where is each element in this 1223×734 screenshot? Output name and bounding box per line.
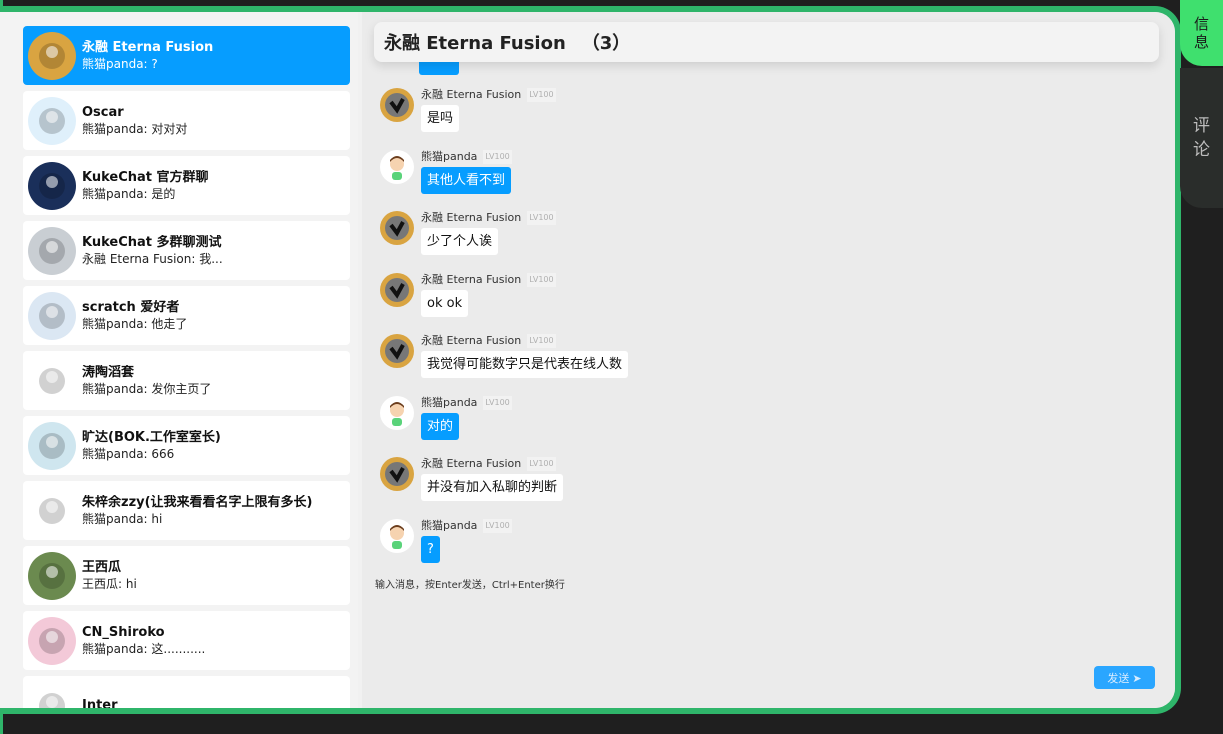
message-sender: 永融 Eterna Fusion [421, 457, 522, 470]
level-badge: LV100 [527, 88, 556, 102]
inter-logo-icon [28, 681, 76, 708]
boy-avatar-icon [28, 96, 76, 145]
message-bubble[interactable]: ? [421, 535, 440, 563]
fusion-logo-icon[interactable] [380, 211, 414, 245]
boy-avatar-icon[interactable] [380, 518, 414, 553]
level-badge: LV100 [527, 334, 556, 348]
chat-window: 永融 Eterna Fusion 熊猫panda: ? Oscar 熊猫panda: … [0, 6, 1181, 714]
chat-message: 熊猫panda LV100 其他人看不到 [380, 149, 512, 194]
message-bubble[interactable]: 少了个人诶 [421, 228, 499, 255]
tab-info-char-1: 信 [1193, 15, 1209, 33]
tab-info[interactable]: 信 息 [1180, 0, 1223, 66]
message-sender: 永融 Eterna Fusion [421, 272, 522, 286]
conversation-name: Oscar [82, 104, 124, 120]
chat-message: 永融 Eterna Fusion LV100 我觉得可能数字只是代表在线人数 [380, 334, 629, 378]
message-sender: 熊猫panda [421, 518, 478, 532]
fusion-logo-icon[interactable] [380, 272, 414, 307]
dog-avatar-icon [28, 551, 76, 600]
sky-avatar-icon [28, 421, 76, 470]
level-badge: LV100 [483, 395, 512, 410]
conversation-item[interactable]: 旷达(BOK.工作室室长) 熊猫panda: 666 [23, 416, 350, 475]
conversation-last-message: 熊猫panda: 666 [82, 446, 175, 461]
fusion-logo-icon [28, 31, 76, 80]
conversation-name: scratch 爱好者 [82, 299, 180, 315]
conversation-last-message: 熊猫panda: ? [82, 56, 158, 71]
fusion-logo-icon[interactable] [380, 457, 414, 491]
chat-message: 熊猫panda LV100? [380, 518, 512, 563]
message-sender: 永融 Eterna Fusion [421, 88, 522, 101]
send-button[interactable]: 发送 ➤ [1094, 666, 1155, 689]
windows-logo-icon [28, 291, 76, 340]
sketch-avatar-icon [28, 356, 76, 405]
conversation-name: 朱梓余zzy(让我来看看名字上限有多长) [82, 494, 313, 510]
level-badge: LV100 [527, 457, 556, 471]
conversation-item[interactable]: KukeChat 多群聊测试 永融 Eterna Fusion: 我... [23, 221, 350, 280]
conversation-item[interactable]: scratch 爱好者 熊猫panda: 他走了 [23, 286, 350, 345]
robot-avatar-icon [28, 226, 76, 275]
conversation-last-message: 熊猫panda: 这........... [82, 641, 206, 656]
conversation-last-message: 熊猫panda: hi [82, 511, 163, 526]
message-bubble[interactable]: 其他人看不到 [421, 166, 512, 194]
conversation-item[interactable]: 永融 Eterna Fusion 熊猫panda: ? [23, 26, 350, 85]
conversation-item[interactable]: 涛陶滔套 熊猫panda: 发你主页了 [23, 351, 350, 410]
fusion-logo-icon[interactable] [380, 88, 414, 122]
chat-panel: 永融 Eterna Fusion （3） 永融 Eterna Fusion LV1… [362, 12, 1175, 708]
watermelon-avatar-icon [28, 486, 76, 535]
chat-message: 熊猫panda LV100 对的 [380, 395, 512, 440]
conversation-last-message: 王西瓜: hi [82, 576, 137, 591]
chat-header: 永融 Eterna Fusion （3） [374, 22, 1159, 62]
chat-message: 永融 Eterna Fusion LV100 是吗 [380, 88, 556, 132]
island-avatar-icon [28, 161, 76, 210]
message-sender: 熊猫panda [421, 395, 478, 409]
boy-avatar-icon[interactable] [380, 149, 414, 184]
conversation-name: 王西瓜 [82, 559, 122, 575]
conversation-last-message: 熊猫panda: 他走了 [82, 316, 188, 331]
boy-avatar-icon[interactable] [380, 395, 414, 430]
member-count: （3） [581, 33, 631, 54]
conversation-name: Inter [82, 697, 118, 713]
chat-title: 永融 Eterna Fusion [384, 33, 566, 54]
conversation-name: 旷达(BOK.工作室室长) [82, 429, 221, 445]
conversation-item[interactable]: Oscar 熊猫panda: 对对对 [23, 91, 350, 150]
chat-message: 永融 Eterna Fusion LV100 ok ok [380, 272, 556, 317]
chat-message: 永融 Eterna Fusion LV100 并没有加入私聊的判断 [380, 457, 564, 501]
conversation-name: 永融 Eterna Fusion [82, 39, 214, 55]
conversation-name: 涛陶滔套 [82, 364, 135, 380]
conversation-last-message: 永融 Eterna Fusion: 我... [82, 251, 223, 266]
conversation-item[interactable]: CN_Shiroko 熊猫panda: 这........... [23, 611, 350, 670]
message-input[interactable]: 输入消息，按Enter发送，Ctrl+Enter换行 [375, 576, 565, 591]
tab-info-char-2: 息 [1193, 33, 1209, 51]
conversation-name: KukeChat 官方群聊 [82, 169, 209, 185]
anime-avatar-icon [28, 616, 76, 665]
conversation-item[interactable]: 王西瓜 王西瓜: hi [23, 546, 350, 605]
message-sender: 永融 Eterna Fusion [421, 211, 522, 224]
tab-comment-char-2: 论 [1193, 140, 1210, 160]
message-bubble[interactable]: 我觉得可能数字只是代表在线人数 [421, 351, 629, 378]
conversation-last-message: 熊猫panda: 对对对 [82, 121, 188, 136]
conversation-last-message: 熊猫panda: 是的 [82, 186, 176, 201]
message-bubble[interactable]: ok ok [421, 289, 469, 317]
level-badge: LV100 [527, 211, 556, 225]
conversation-item[interactable]: KukeChat 官方群聊 熊猫panda: 是的 [23, 156, 350, 215]
conversation-item[interactable]: 朱梓余zzy(让我来看看名字上限有多长) 熊猫panda: hi [23, 481, 350, 540]
level-badge: LV100 [483, 149, 512, 164]
message-bubble[interactable]: 并没有加入私聊的判断 [421, 474, 564, 501]
level-badge: LV100 [483, 518, 512, 533]
chat-message: 永融 Eterna Fusion LV100 少了个人诶 [380, 211, 556, 255]
conversation-list[interactable]: 永融 Eterna Fusion 熊猫panda: ? Oscar 熊猫panda: … [0, 12, 358, 708]
conversation-name: CN_Shiroko [82, 624, 165, 640]
tab-comment-char-1: 评 [1193, 116, 1210, 136]
conversation-last-message: 熊猫panda: 发你主页了 [82, 381, 212, 396]
level-badge: LV100 [527, 272, 556, 287]
message-sender: 熊猫panda [421, 149, 478, 163]
fusion-logo-icon[interactable] [380, 334, 414, 368]
message-sender: 永融 Eterna Fusion [421, 334, 522, 347]
tab-comment[interactable]: 评 论 [1180, 68, 1223, 208]
conversation-item[interactable]: Inter [23, 676, 350, 713]
message-bubble[interactable]: 对的 [421, 412, 460, 440]
conversation-name: KukeChat 多群聊测试 [82, 234, 222, 250]
message-bubble[interactable]: 是吗 [421, 105, 460, 132]
